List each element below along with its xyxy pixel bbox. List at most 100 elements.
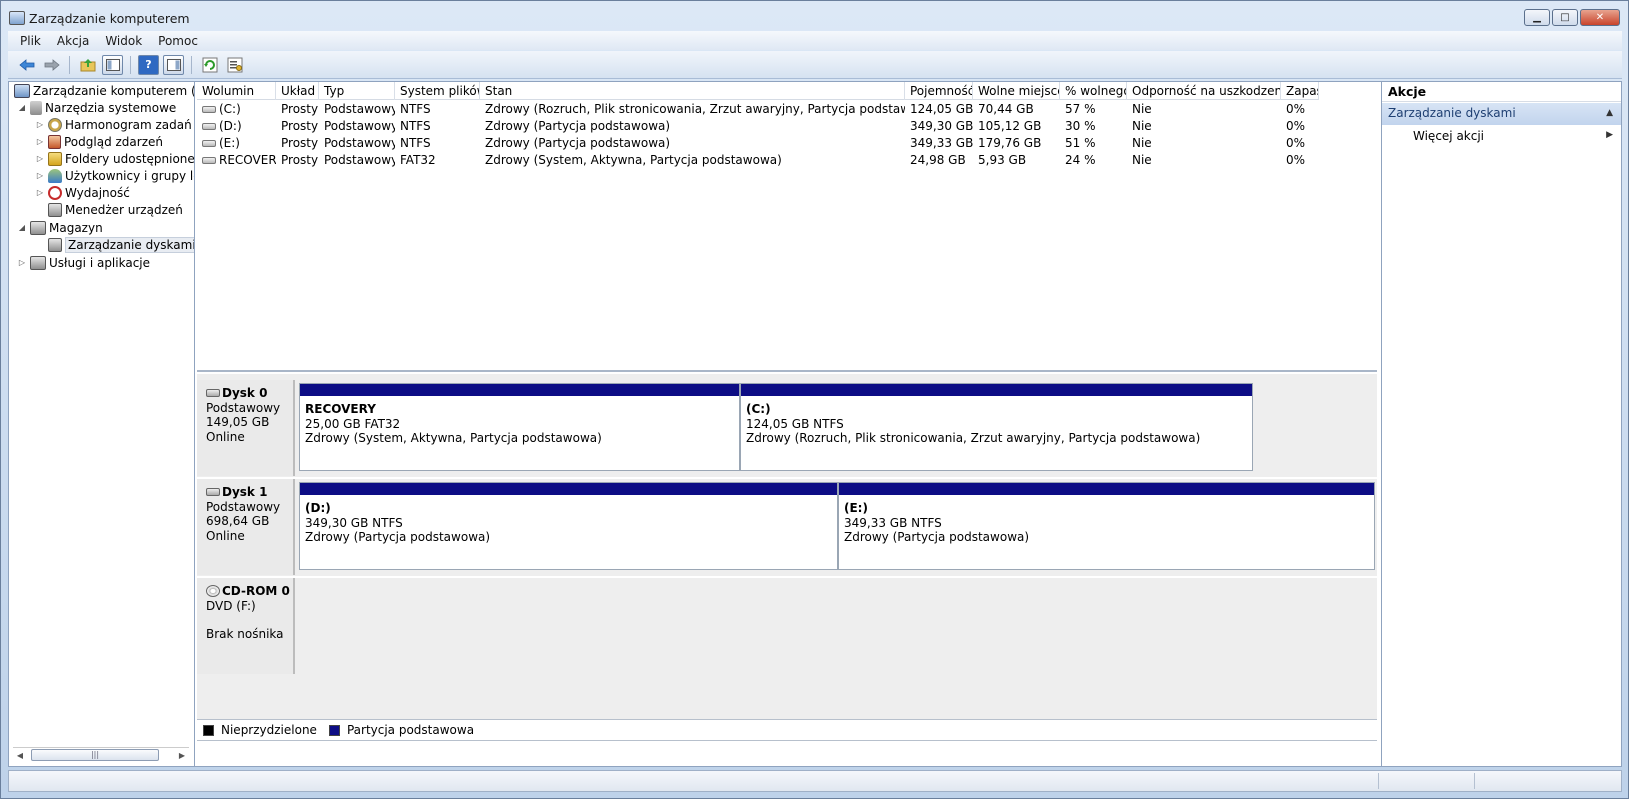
partition-d[interactable]: (D:) 349,30 GB NTFS Zdrowy (Partycja pod… <box>299 482 838 570</box>
computer-management-icon <box>9 11 25 25</box>
cell-filesystem: NTFS <box>400 102 431 116</box>
disk-row-dysk-1[interactable]: Dysk 1 Podstawowy 698,64 GB Online (D:) … <box>197 479 1377 575</box>
maximize-button[interactable]: □ <box>1552 9 1578 26</box>
partition-body: (E:) 349,33 GB NTFS Zdrowy (Partycja pod… <box>839 495 1374 545</box>
show-hide-tree-icon[interactable] <box>102 54 123 75</box>
collapse-up-icon[interactable]: ▲ <box>1606 108 1613 118</box>
disk-size <box>206 613 293 627</box>
tree-item-harmonogram[interactable]: ▷ Harmonogram zadań <box>35 116 192 133</box>
back-arrow-icon[interactable] <box>16 55 37 75</box>
column-header-zapas[interactable]: Zapas <box>1281 82 1319 100</box>
partition-recovery[interactable]: RECOVERY 25,00 GB FAT32 Zdrowy (System, … <box>299 383 740 471</box>
tree-item-narzedzia-systemowe[interactable]: ◢ Narzędzia systemowe <box>17 99 176 116</box>
disk-icon <box>206 389 220 398</box>
actions-section-zarzadzanie-dyskami[interactable]: Zarządzanie dyskami ▲ <box>1382 103 1621 125</box>
tree-item-label: Użytkownicy i grupy lokalne <box>65 168 194 183</box>
tree-item-uzytkownicy-grupy[interactable]: ▷ Użytkownicy i grupy lokalne <box>35 167 194 184</box>
disk-status: Brak nośnika <box>206 627 284 641</box>
expand-triangle-icon[interactable]: ▷ <box>35 120 45 129</box>
expand-triangle-icon[interactable]: ▷ <box>35 154 45 163</box>
column-header-odpornosc[interactable]: Odporność na uszkodzenia <box>1127 82 1281 100</box>
cell-free-space: 5,93 GB <box>978 153 1027 167</box>
more-actions-item[interactable]: Więcej akcji ▶ <box>1382 125 1621 147</box>
disk-label[interactable]: CD-ROM 0 DVD (F:) Brak nośnika <box>197 578 295 674</box>
expand-triangle-icon[interactable]: ▷ <box>35 171 45 180</box>
window-controls: ▁ □ ✕ <box>1524 9 1620 26</box>
status-divider <box>1474 773 1475 789</box>
drive-icon <box>202 123 216 130</box>
cell-fault-tolerance: Nie <box>1132 153 1152 167</box>
disk-name: Dysk 0 <box>222 386 268 400</box>
legend-swatch-unallocated <box>203 724 214 736</box>
column-header-procent-wolnego[interactable]: % wolnego <box>1060 82 1127 100</box>
clock-icon <box>48 117 62 132</box>
column-header-system-plikow[interactable]: System plików <box>395 82 480 100</box>
help-icon[interactable]: ? <box>138 54 159 75</box>
column-header-wolumin[interactable]: Wolumin <box>197 82 276 100</box>
refresh-icon[interactable] <box>199 55 220 75</box>
table-row[interactable]: (E:) Prosty Podstawowy NTFS Zdrowy (Part… <box>197 135 1319 151</box>
cell-volume: (C:) <box>197 101 276 117</box>
column-header-typ[interactable]: Typ <box>319 82 395 100</box>
column-header-pojemnosc[interactable]: Pojemność <box>905 82 973 100</box>
collapse-triangle-icon[interactable]: ◢ <box>17 223 27 232</box>
tree-root-label: Zarządzanie komputerem (lokalny) <box>33 83 194 98</box>
properties-icon[interactable] <box>224 55 245 75</box>
expand-triangle-icon[interactable]: ▷ <box>35 137 45 146</box>
event-viewer-icon <box>48 134 61 149</box>
minimize-button[interactable]: ▁ <box>1524 9 1550 26</box>
tree-item-label: Zarządzanie dyskami <box>65 236 194 253</box>
table-row[interactable]: (D:) Prosty Podstawowy NTFS Zdrowy (Part… <box>197 118 1319 134</box>
table-row[interactable]: (C:) Prosty Podstawowy NTFS Zdrowy (Rozr… <box>197 101 1319 117</box>
forward-arrow-icon[interactable] <box>41 55 62 75</box>
partition-body: RECOVERY 25,00 GB FAT32 Zdrowy (System, … <box>300 396 739 446</box>
cell-layout: Prosty <box>281 102 319 116</box>
cell-fault-tolerance: Nie <box>1132 136 1152 150</box>
disk-label[interactable]: Dysk 0 Podstawowy 149,05 GB Online <box>197 380 295 476</box>
column-header-uklad[interactable]: Układ <box>276 82 319 100</box>
expand-triangle-icon[interactable]: ▷ <box>35 188 45 197</box>
tree-root[interactable]: Zarządzanie komputerem (lokalny) <box>11 82 194 99</box>
table-row[interactable]: RECOVERY Prosty Podstawowy FAT32 Zdrowy … <box>197 152 1319 168</box>
partition-color-bar <box>300 384 739 396</box>
partition-body: (C:) 124,05 GB NTFS Zdrowy (Rozruch, Pli… <box>741 396 1252 446</box>
up-folder-icon[interactable] <box>77 55 98 75</box>
collapse-triangle-icon[interactable]: ◢ <box>17 103 27 112</box>
drive-icon <box>202 106 216 113</box>
disk-label[interactable]: Dysk 1 Podstawowy 698,64 GB Online <box>197 479 295 575</box>
tree-item-magazyn[interactable]: ◢ Magazyn <box>17 219 103 236</box>
column-header-wolne-miejsce[interactable]: Wolne miejsce <box>973 82 1060 100</box>
title-bar[interactable]: Zarządzanie komputerem ▁ □ ✕ <box>1 1 1628 35</box>
cell-free-space: 105,12 GB <box>978 119 1042 133</box>
partition-status: Zdrowy (Partycja podstawowa) <box>844 530 1030 544</box>
disk-row-dysk-0[interactable]: Dysk 0 Podstawowy 149,05 GB Online RECOV… <box>197 380 1377 476</box>
tree-item-podglad-zdarzen[interactable]: ▷ Podgląd zdarzeń <box>35 133 163 150</box>
menu-widok[interactable]: Widok <box>97 34 150 48</box>
cell-capacity: 24,98 GB <box>910 153 966 167</box>
partition-c[interactable]: (C:) 124,05 GB NTFS Zdrowy (Rozruch, Pli… <box>740 383 1253 471</box>
disk-icon <box>206 488 220 497</box>
disk-size: 698,64 GB <box>206 514 270 528</box>
scroll-left-icon[interactable]: ◀ <box>13 751 27 760</box>
column-header-stan[interactable]: Stan <box>480 82 905 100</box>
show-hide-action-pane-icon[interactable] <box>163 54 184 75</box>
expand-triangle-icon[interactable]: ▷ <box>17 258 27 267</box>
menu-plik[interactable]: Plik <box>12 34 49 48</box>
scroll-right-icon[interactable]: ▶ <box>175 751 189 760</box>
partition-fs: 349,33 GB NTFS <box>844 515 942 530</box>
menu-pomoc[interactable]: Pomoc <box>150 34 206 48</box>
close-button[interactable]: ✕ <box>1580 9 1620 26</box>
tree-item-foldery-udostepnione[interactable]: ▷ Foldery udostępnione <box>35 150 194 167</box>
partition-title: (E:) <box>844 501 868 515</box>
tree-item-zarzadzanie-dyskami[interactable]: Zarządzanie dyskami <box>35 236 194 253</box>
tree-item-uslugi-aplikacje[interactable]: ▷ Usługi i aplikacje <box>17 254 150 271</box>
disk-row-cd-rom-0[interactable]: CD-ROM 0 DVD (F:) Brak nośnika <box>197 578 1377 674</box>
tree-horizontal-scrollbar[interactable]: ◀ ||| ▶ <box>13 747 189 762</box>
scroll-thumb[interactable]: ||| <box>31 749 159 761</box>
tree-item-menedzer-urzadzen[interactable]: Menedżer urządzeń <box>35 201 183 218</box>
menu-akcja[interactable]: Akcja <box>49 34 97 48</box>
tree-item-wydajnosc[interactable]: ▷ Wydajność <box>35 184 130 201</box>
partition-e[interactable]: (E:) 349,33 GB NTFS Zdrowy (Partycja pod… <box>838 482 1375 570</box>
partition-status: Zdrowy (System, Aktywna, Partycja podsta… <box>305 431 602 445</box>
disk-type: Podstawowy <box>206 499 281 514</box>
